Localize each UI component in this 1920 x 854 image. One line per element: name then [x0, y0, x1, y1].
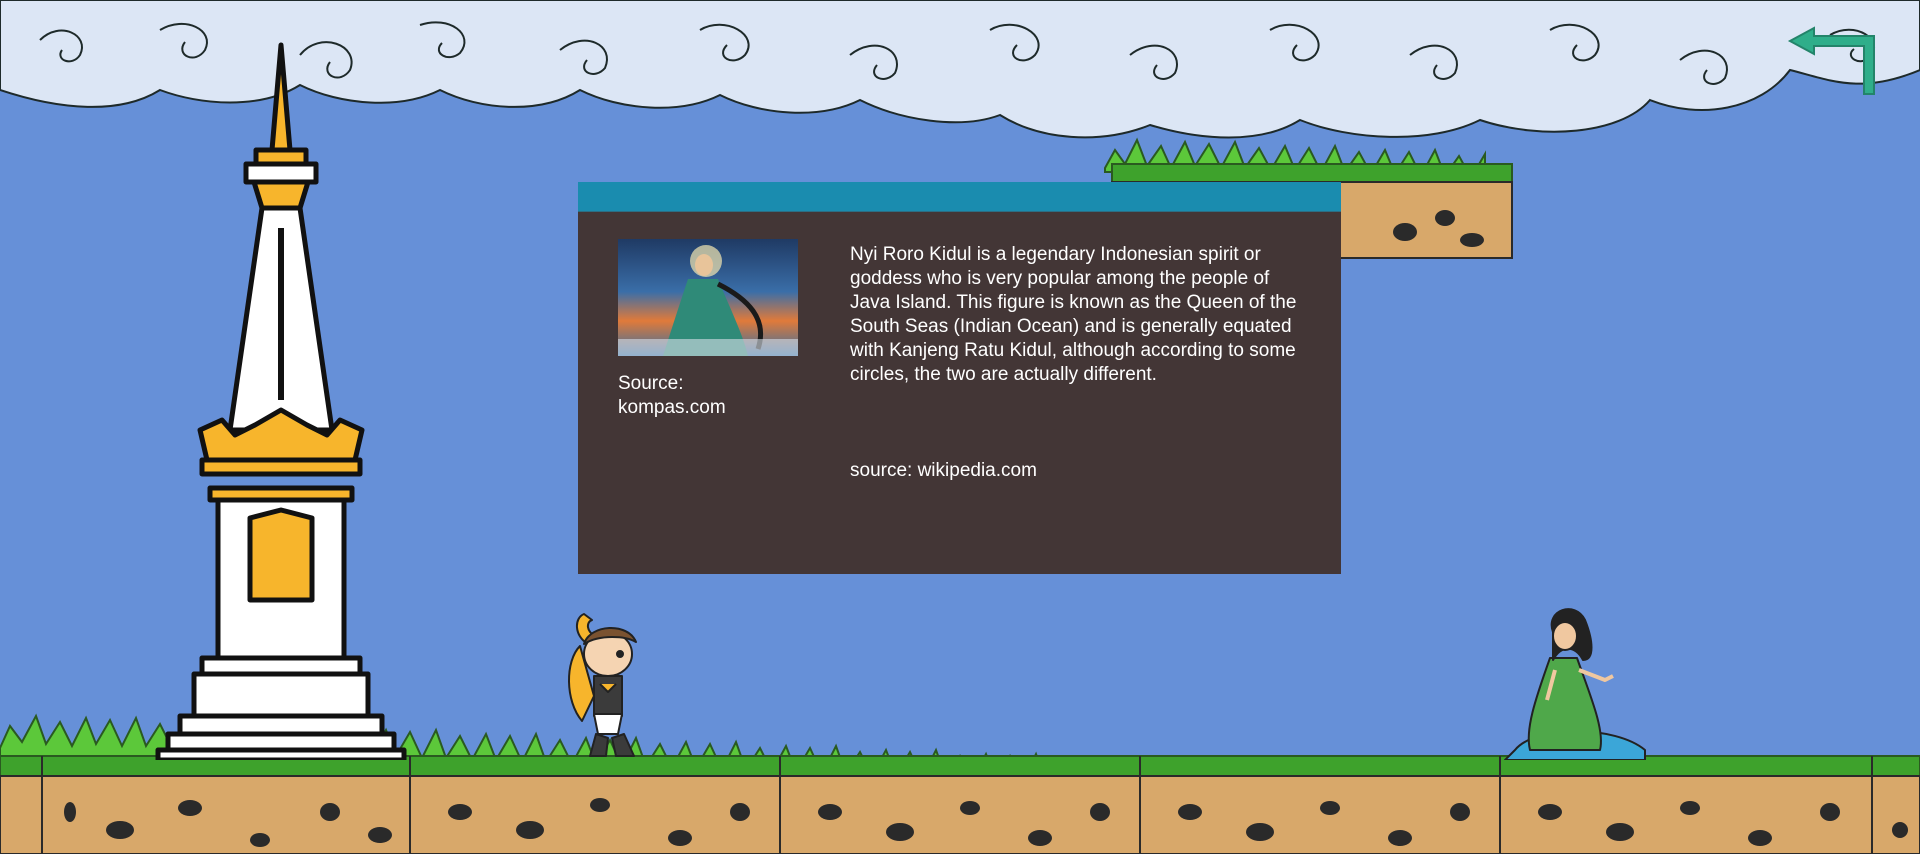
- back-arrow-icon[interactable]: [1784, 24, 1884, 104]
- nyi-roro-kidul-character: [1504, 608, 1646, 760]
- info-panel-header: [578, 182, 1341, 212]
- tugu-monument: [155, 42, 407, 760]
- player-character: [568, 613, 637, 757]
- info-panel: Source: kompas.com Nyi Roro Kidul is a l…: [578, 182, 1341, 574]
- image-source-caption: Source: kompas.com: [618, 373, 726, 418]
- description-text: Nyi Roro Kidul is a legendary Indonesian…: [850, 244, 1297, 385]
- nyi-roro-kidul-image: [618, 239, 798, 356]
- game-scene: Source: kompas.com Nyi Roro Kidul is a l…: [0, 0, 1920, 854]
- description-source: source: wikipedia.com: [850, 460, 1037, 481]
